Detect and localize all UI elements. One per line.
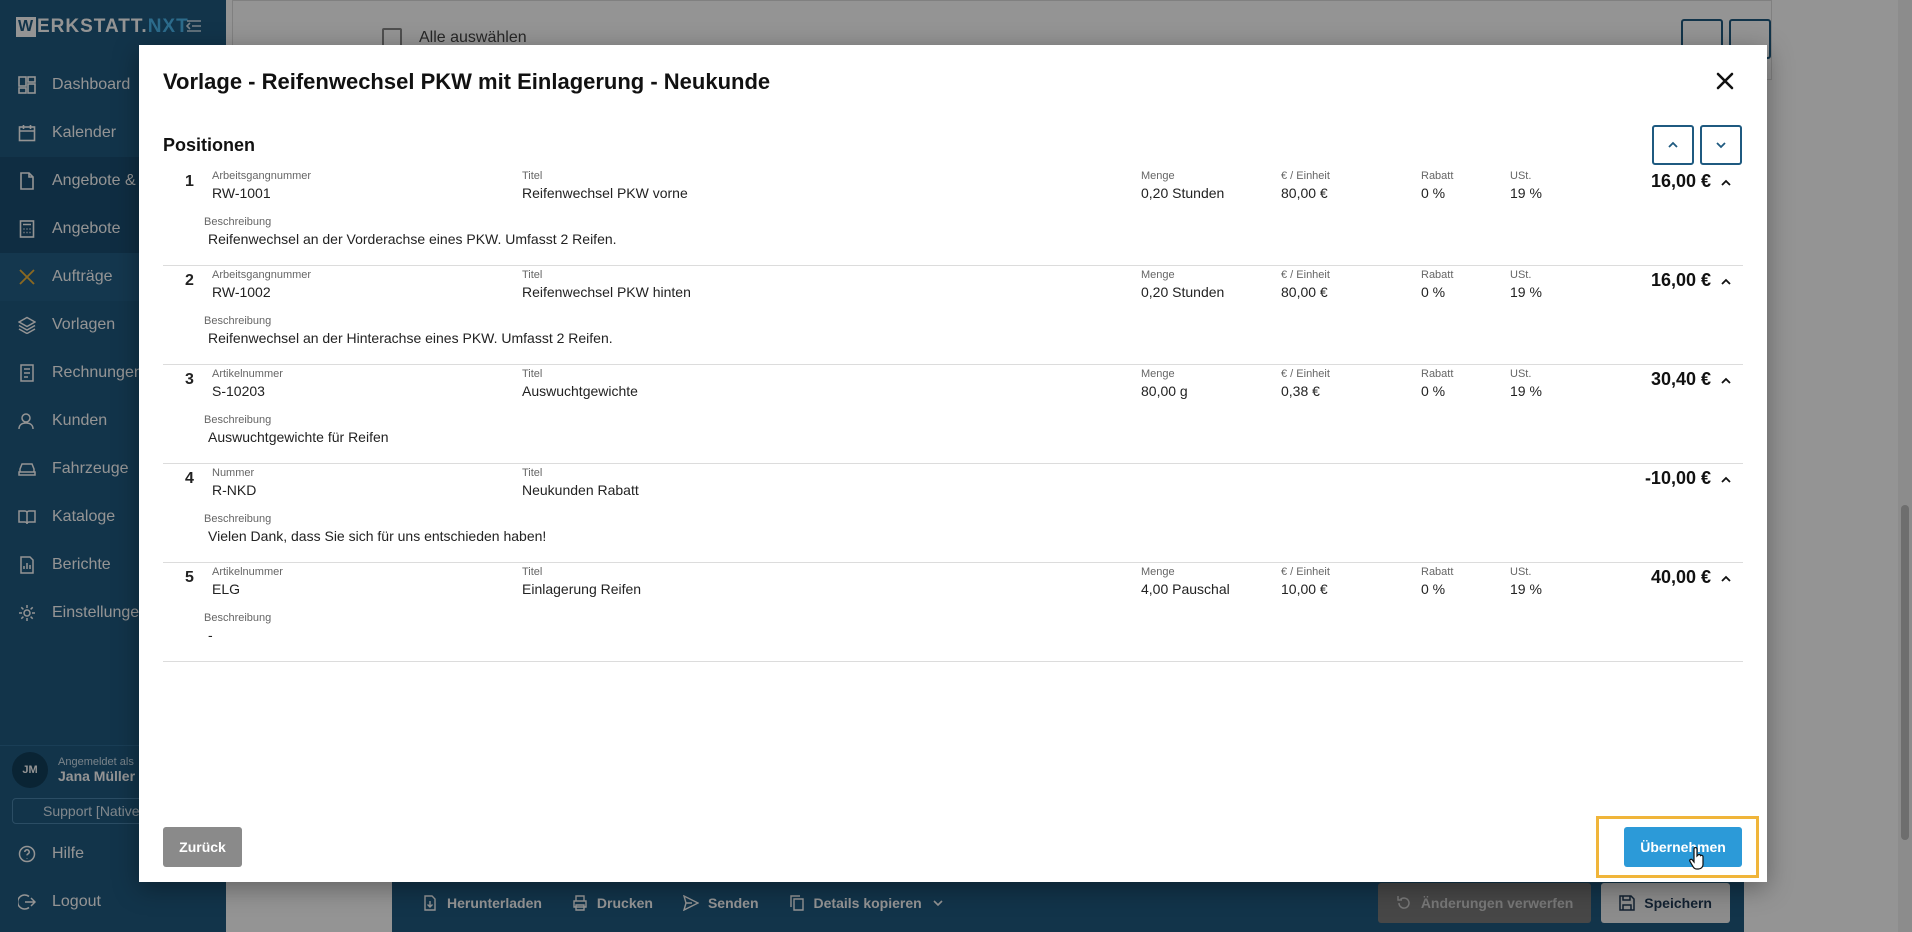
title-label: Titel <box>522 368 543 380</box>
description-label: Beschreibung <box>204 513 272 525</box>
title-label: Titel <box>522 467 543 479</box>
position-row[interactable]: 4 Nummer R-NKD Titel Neukunden Rabatt -1… <box>163 464 1743 563</box>
unit-price-label: € / Einheit <box>1281 170 1330 182</box>
position-total: 16,00 € <box>1650 171 1711 191</box>
id-label: Nummer <box>212 467 255 479</box>
position-total: 30,40 € <box>1650 369 1711 389</box>
vat-value: 19 % <box>1510 581 1542 597</box>
dialog-title: Vorlage - Reifenwechsel PKW mit Einlager… <box>163 69 771 94</box>
chevron-down-icon <box>1716 142 1726 149</box>
position-row[interactable]: 3 Artikelnummer S-10203 Titel Auswuchtge… <box>163 365 1743 464</box>
vat-label: USt. <box>1510 170 1532 182</box>
title-label: Titel <box>522 170 543 182</box>
quantity-label: Menge <box>1141 170 1175 182</box>
description-label: Beschreibung <box>204 414 272 426</box>
description-value: - <box>208 627 213 643</box>
chevron-up-icon <box>1668 141 1678 148</box>
collapse-chevron-up-icon[interactable] <box>1719 176 1733 190</box>
position-row[interactable]: 5 Artikelnummer ELG Titel Einlagerung Re… <box>163 563 1743 662</box>
move-down-button[interactable] <box>1700 125 1742 165</box>
title-label: Titel <box>522 566 543 578</box>
unit-price-value: 80,00 € <box>1281 284 1328 300</box>
discount-label: Rabatt <box>1421 566 1454 578</box>
unit-price-label: € / Einheit <box>1281 368 1330 380</box>
position-number: 3 <box>185 371 194 388</box>
vat-label: USt. <box>1510 368 1532 380</box>
discount-value: 0 % <box>1421 581 1446 597</box>
discount-label: Rabatt <box>1421 170 1454 182</box>
discount-value: 0 % <box>1421 284 1446 300</box>
quantity-value: 80,00 g <box>1141 383 1188 399</box>
discount-value: 0 % <box>1421 383 1446 399</box>
title-value: Neukunden Rabatt <box>522 482 639 498</box>
position-total: 40,00 € <box>1650 567 1711 587</box>
quantity-label: Menge <box>1141 368 1175 380</box>
discount-label: Rabatt <box>1421 269 1454 281</box>
description-label: Beschreibung <box>204 216 272 228</box>
vat-label: USt. <box>1510 566 1532 578</box>
id-label: Arbeitsgangnummer <box>212 269 312 281</box>
id-value: RW-1002 <box>212 284 271 300</box>
id-label: Arbeitsgangnummer <box>212 170 312 182</box>
discount-label: Rabatt <box>1421 368 1454 380</box>
unit-price-value: 0,38 € <box>1281 383 1320 399</box>
vat-value: 19 % <box>1510 284 1542 300</box>
title-value: Auswuchtgewichte <box>522 383 638 399</box>
unit-price-label: € / Einheit <box>1281 269 1330 281</box>
id-value: S-10203 <box>212 383 265 399</box>
quantity-label: Menge <box>1141 269 1175 281</box>
unit-price-label: € / Einheit <box>1281 566 1330 578</box>
quantity-value: 0,20 Stunden <box>1141 185 1225 201</box>
hand-cursor-icon <box>1689 846 1704 870</box>
position-number: 1 <box>185 173 194 190</box>
position-total: -10,00 € <box>1644 468 1711 488</box>
position-total: 16,00 € <box>1650 270 1711 290</box>
discount-value: 0 % <box>1421 185 1446 201</box>
quantity-value: 0,20 Stunden <box>1141 284 1225 300</box>
description-value: Reifenwechsel an der Vorderachse eines P… <box>208 231 617 247</box>
position-number: 5 <box>185 569 194 586</box>
quantity-label: Menge <box>1141 566 1175 578</box>
title-label: Titel <box>522 269 543 281</box>
quantity-value: 4,00 Pauschal <box>1141 581 1230 597</box>
collapse-chevron-up-icon[interactable] <box>1719 473 1733 487</box>
back-button[interactable]: Zurück <box>163 827 242 867</box>
description-value: Vielen Dank, dass Sie sich für uns entsc… <box>208 528 547 544</box>
vat-value: 19 % <box>1510 383 1542 399</box>
move-up-button[interactable] <box>1652 125 1694 165</box>
id-label: Artikelnummer <box>212 566 283 578</box>
position-number: 2 <box>185 272 194 289</box>
position-row[interactable]: 1 Arbeitsgangnummer RW-1001 Titel Reifen… <box>163 167 1743 266</box>
id-value: R-NKD <box>212 482 257 498</box>
vat-value: 19 % <box>1510 185 1542 201</box>
collapse-chevron-up-icon[interactable] <box>1719 275 1733 289</box>
close-icon[interactable] <box>1713 69 1737 93</box>
position-number: 4 <box>185 470 194 487</box>
apply-button[interactable]: Übernehmen <box>1624 827 1742 867</box>
unit-price-value: 10,00 € <box>1281 581 1328 597</box>
template-dialog: Vorlage - Reifenwechsel PKW mit Einlager… <box>139 45 1767 882</box>
id-value: RW-1001 <box>212 185 271 201</box>
title-value: Reifenwechsel PKW hinten <box>522 284 691 300</box>
id-label: Artikelnummer <box>212 368 283 380</box>
description-label: Beschreibung <box>204 612 272 624</box>
vat-label: USt. <box>1510 269 1532 281</box>
description-value: Reifenwechsel an der Hinterachse eines P… <box>208 330 613 346</box>
description-label: Beschreibung <box>204 315 272 327</box>
positions-heading: Positionen <box>163 135 256 155</box>
position-row[interactable]: 2 Arbeitsgangnummer RW-1002 Titel Reifen… <box>163 266 1743 365</box>
positions-list: 1 Arbeitsgangnummer RW-1001 Titel Reifen… <box>163 167 1743 662</box>
description-value: Auswuchtgewichte für Reifen <box>208 429 389 445</box>
collapse-chevron-up-icon[interactable] <box>1719 374 1733 388</box>
id-value: ELG <box>212 581 241 597</box>
title-value: Reifenwechsel PKW vorne <box>522 185 688 201</box>
collapse-chevron-up-icon[interactable] <box>1719 572 1733 586</box>
unit-price-value: 80,00 € <box>1281 185 1328 201</box>
title-value: Einlagerung Reifen <box>522 581 642 597</box>
